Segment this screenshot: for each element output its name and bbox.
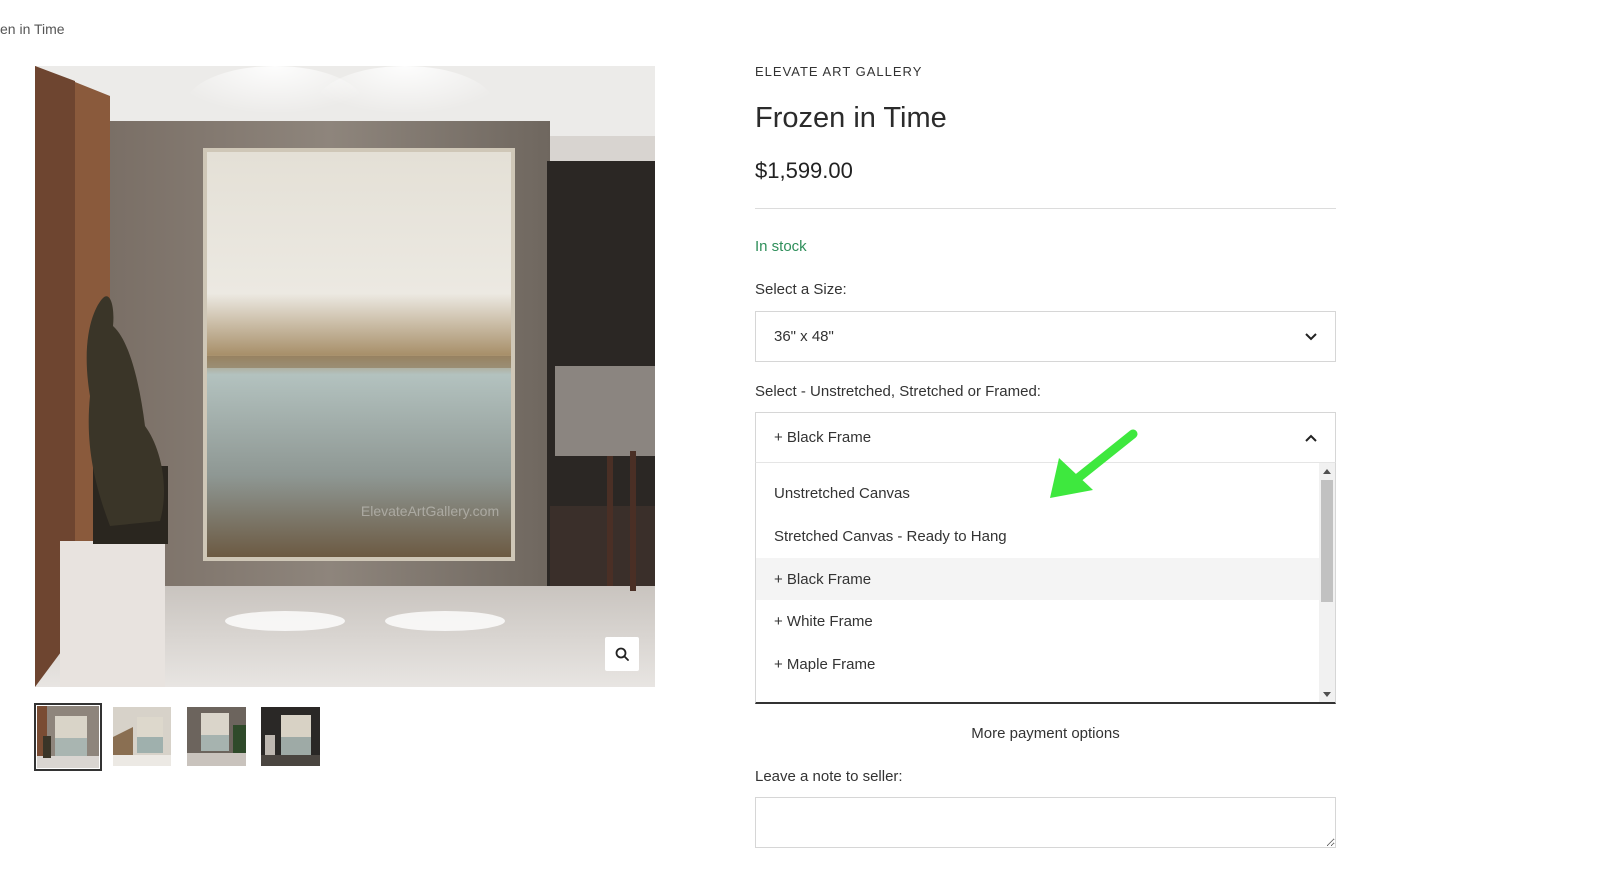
svg-text:ElevateArtGallery.com: ElevateArtGallery.com — [361, 503, 499, 519]
option-stretched-canvas[interactable]: Stretched Canvas - Ready to Hang — [756, 515, 1320, 557]
scroll-down-arrow-icon[interactable] — [1319, 687, 1335, 701]
vendor-name[interactable]: ELEVATE ART GALLERY — [755, 64, 922, 79]
green-arrow-icon — [1050, 429, 1138, 498]
product-price: $1,599.00 — [755, 158, 853, 183]
size-select-label: Select a Size: — [755, 281, 847, 298]
thumbnail-2[interactable] — [113, 707, 171, 766]
thumbnail-4[interactable] — [261, 707, 320, 766]
thumbnail-3[interactable] — [187, 707, 246, 766]
note-label: Leave a note to seller: — [755, 768, 903, 785]
option-unstretched-canvas[interactable]: Unstretched Canvas — [756, 472, 1320, 514]
frame-select-value: + Black Frame — [774, 429, 872, 446]
breadcrumb[interactable]: en in Time — [0, 21, 65, 37]
size-select[interactable]: 36" x 48" — [755, 311, 1336, 362]
magnifier-icon — [615, 647, 629, 661]
listbox-scrollbar[interactable] — [1319, 463, 1335, 702]
stock-status: In stock — [755, 238, 807, 255]
size-select-value: 36" x 48" — [774, 328, 834, 345]
scroll-up-arrow-icon[interactable] — [1319, 464, 1335, 478]
divider — [755, 208, 1336, 209]
product-title: Frozen in Time — [755, 102, 947, 134]
option-maple-frame[interactable]: + Maple Frame — [756, 643, 1320, 685]
thumbnail-1[interactable] — [34, 703, 102, 771]
more-payment-options-link[interactable]: More payment options — [755, 725, 1336, 742]
zoom-button[interactable] — [605, 637, 639, 671]
option-white-frame[interactable]: + White Frame — [756, 600, 1320, 642]
chevron-down-icon — [1305, 332, 1317, 340]
option-black-frame[interactable]: + Black Frame — [756, 558, 1320, 600]
scroll-thumb[interactable] — [1321, 480, 1333, 602]
note-to-seller-input[interactable] — [755, 797, 1336, 848]
chevron-up-icon — [1305, 434, 1317, 442]
frame-select-label: Select - Unstretched, Stretched or Frame… — [755, 383, 1041, 400]
product-main-image[interactable]: ElevateArtGallery.com — [35, 66, 655, 687]
